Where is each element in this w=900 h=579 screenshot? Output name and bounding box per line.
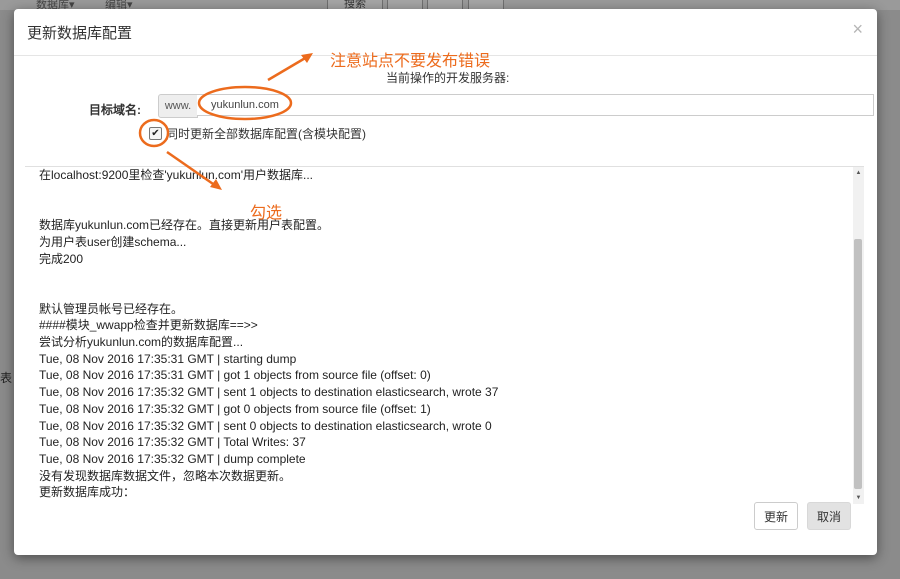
domain-input-group: www. (158, 94, 876, 118)
scroll-down-arrow-icon[interactable]: ▼ (853, 494, 864, 502)
annotation-note-top: 注意站点不要发布错误 (330, 53, 491, 70)
scroll-up-arrow-icon[interactable]: ▲ (853, 169, 864, 177)
sync-all-checkbox[interactable]: ✔ (149, 127, 162, 140)
scroll-thumb[interactable] (854, 239, 862, 489)
log-output[interactable]: 在localhost:9200里检查'yukunlun.com'用户数据库...… (25, 166, 864, 504)
domain-input[interactable] (197, 94, 874, 116)
cancel-button[interactable]: 取消 (807, 502, 851, 530)
update-button[interactable]: 更新 (754, 502, 798, 530)
domain-prefix: www. (158, 94, 198, 118)
backdrop-side-text: 表 (0, 371, 13, 385)
annotation-note-check: 勾选 (250, 205, 283, 222)
current-server-label: 当前操作的开发服务器: (386, 71, 510, 85)
log-text: 在localhost:9200里检查'yukunlun.com'用户数据库...… (39, 168, 499, 500)
dialog-title: 更新数据库配置 (27, 25, 133, 42)
log-scrollbar[interactable]: ▲ ▼ (853, 167, 864, 504)
update-db-config-dialog: 更新数据库配置 × 当前操作的开发服务器: 目标域名: www. ✔ 同时更新全… (14, 9, 877, 555)
sync-all-label[interactable]: 同时更新全部数据库配置(含模块配置) (166, 125, 366, 142)
target-domain-label: 目标域名: (89, 103, 141, 117)
close-icon[interactable]: × (852, 19, 863, 39)
